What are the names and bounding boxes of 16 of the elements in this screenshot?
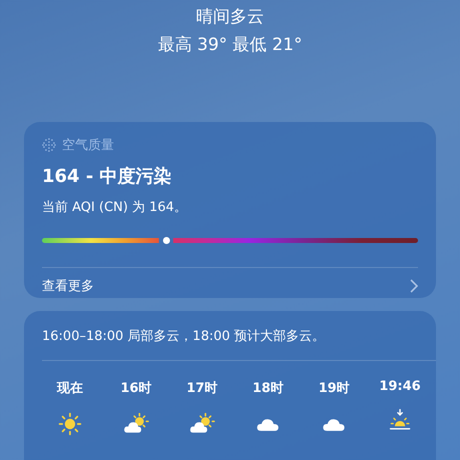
sun-icon	[57, 411, 83, 437]
weather-condition: 晴间多云	[195, 6, 265, 29]
high-low-temperature: 最高 39° 最低 21°	[156, 34, 304, 57]
hour-label: 16时	[120, 380, 152, 397]
card-title: 空气质量	[62, 137, 114, 154]
aqi-description: 当前 AQI (CN) 为 164。	[42, 199, 188, 216]
chevron-icon	[410, 279, 418, 293]
hour-label: 19:46	[379, 379, 421, 394]
air-quality-icon	[42, 138, 56, 152]
hour-label: 18时	[252, 380, 284, 397]
see-more-link[interactable]: 查看更多	[42, 268, 418, 304]
hour-label: 17时	[186, 380, 218, 397]
hour-label: 19时	[318, 380, 350, 397]
forecast-summary: 16:00–18:00 局部多云，18:00 预计大部多云。	[42, 328, 326, 346]
aqi-value: 164 - 中度污染	[42, 165, 173, 188]
hour-label: 现在	[57, 380, 83, 397]
